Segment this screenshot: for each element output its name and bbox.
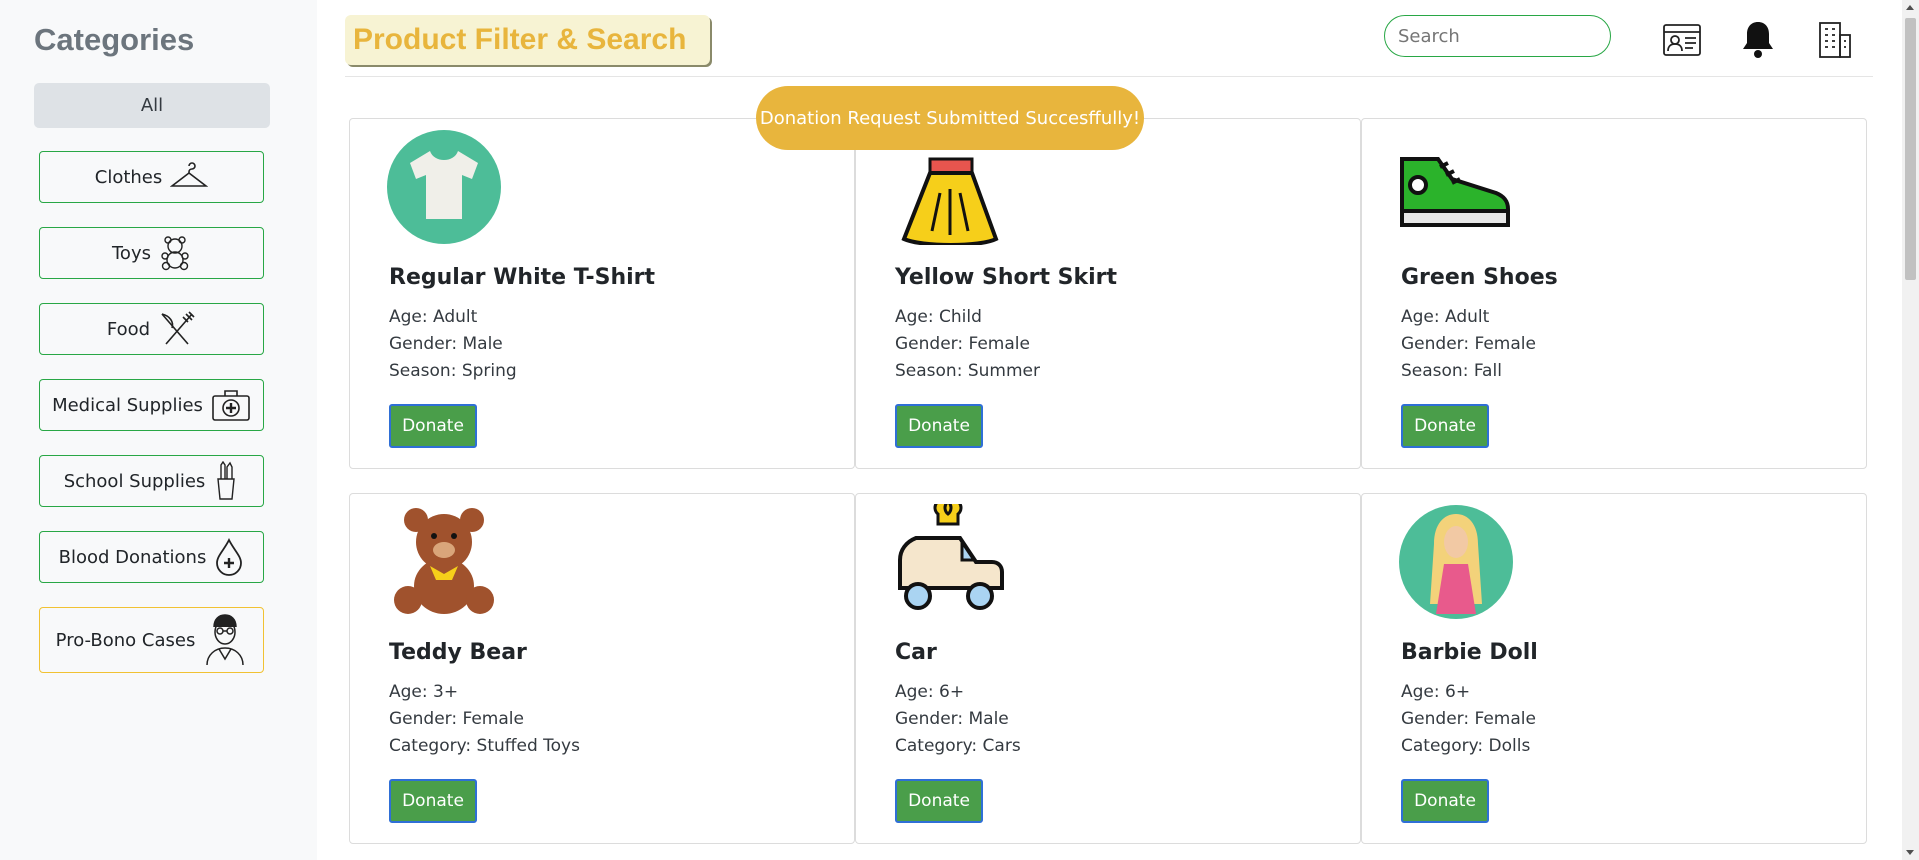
product-age: Age: Adult xyxy=(389,307,478,327)
product-name: Teddy Bear xyxy=(389,640,527,665)
product-card: Regular White T-Shirt Age: Adult Gender:… xyxy=(349,118,855,469)
category-label: Toys xyxy=(112,242,151,264)
product-age: Age: Child xyxy=(895,307,982,327)
product-card: Yellow Short Skirt Age: Child Gender: Fe… xyxy=(855,118,1361,469)
product-age: Age: 3+ xyxy=(389,682,459,702)
product-card: Barbie Doll Age: 6+ Gender: Female Categ… xyxy=(1361,493,1867,844)
category-food-button[interactable]: Food xyxy=(39,303,264,355)
product-card: Car Age: 6+ Gender: Male Category: Cars … xyxy=(855,493,1361,844)
product-category: Category: Dolls xyxy=(1401,736,1531,756)
category-label: Clothes xyxy=(94,166,163,188)
category-clothes-button[interactable]: Clothes xyxy=(39,151,264,203)
donate-button[interactable]: Donate xyxy=(1401,404,1489,448)
product-name: Barbie Doll xyxy=(1401,640,1538,665)
first-aid-kit-icon xyxy=(212,390,250,421)
product-gender: Gender: Female xyxy=(1401,709,1536,729)
category-all-button[interactable]: All xyxy=(34,83,270,128)
scroll-down-arrow[interactable] xyxy=(1906,850,1914,855)
product-gender: Gender: Male xyxy=(389,334,503,354)
product-age: Age: 6+ xyxy=(895,682,965,702)
id-card-icon xyxy=(1663,24,1701,56)
category-label: School Supplies xyxy=(63,470,206,492)
t-shirt-icon xyxy=(387,130,501,244)
product-age: Age: 6+ xyxy=(1401,682,1471,702)
category-school-supplies-button[interactable]: School Supplies xyxy=(39,455,264,507)
donate-button[interactable]: Donate xyxy=(389,404,477,448)
category-label: Food xyxy=(106,318,151,340)
product-card: Green Shoes Age: Adult Gender: Female Se… xyxy=(1361,118,1867,469)
toy-car-icon xyxy=(898,504,1004,610)
sidebar-title: Categories xyxy=(34,22,195,57)
product-gender: Gender: Female xyxy=(1401,334,1536,354)
product-season: Season: Fall xyxy=(1401,361,1502,381)
category-label: Medical Supplies xyxy=(52,394,203,416)
top-bar: Product Filter & Search xyxy=(345,0,1873,77)
product-age: Age: Adult xyxy=(1401,307,1490,327)
profile-card-button[interactable] xyxy=(1661,18,1703,60)
blood-drop-icon xyxy=(216,538,243,576)
category-blood-donations-button[interactable]: Blood Donations xyxy=(39,531,264,583)
category-medical-supplies-button[interactable]: Medical Supplies xyxy=(39,379,264,431)
category-label: Blood Donations xyxy=(58,546,207,568)
scrollbar-thumb[interactable] xyxy=(1905,18,1916,280)
main-content: Product Filter & Search Search Donation … xyxy=(345,0,1873,860)
teddy-bear-icon xyxy=(394,508,494,614)
product-season: Season: Summer xyxy=(895,361,1040,381)
hanger-icon xyxy=(170,162,209,187)
product-gender: Gender: Female xyxy=(895,334,1030,354)
product-category: Category: Cars xyxy=(895,736,1021,756)
product-category: Category: Stuffed Toys xyxy=(389,736,580,756)
search-input[interactable] xyxy=(1384,15,1611,57)
page-title: Product Filter & Search xyxy=(345,15,710,65)
product-name: Regular White T-Shirt xyxy=(389,265,656,290)
teddy-bear-icon xyxy=(161,236,189,271)
pencil-cup-icon xyxy=(217,461,236,500)
scrollbar[interactable] xyxy=(1902,0,1919,860)
scroll-up-arrow[interactable] xyxy=(1906,5,1914,10)
donate-button[interactable]: Donate xyxy=(389,779,477,823)
doll-icon xyxy=(1399,505,1513,619)
sidebar: Categories All Clothes Toys Food Medical… xyxy=(0,0,317,860)
donate-button[interactable]: Donate xyxy=(895,779,983,823)
product-card: Teddy Bear Age: 3+ Gender: Female Catego… xyxy=(349,493,855,844)
category-toys-button[interactable]: Toys xyxy=(39,227,264,279)
product-name: Car xyxy=(895,640,937,665)
donate-button[interactable]: Donate xyxy=(895,404,983,448)
building-icon xyxy=(1819,22,1851,58)
notifications-button[interactable] xyxy=(1737,18,1779,60)
donate-button[interactable]: Donate xyxy=(1401,779,1489,823)
doctor-icon xyxy=(206,614,245,666)
bell-icon xyxy=(1743,22,1773,58)
category-pro-bono-cases-button[interactable]: Pro-Bono Cases xyxy=(39,607,264,673)
organization-button[interactable] xyxy=(1813,18,1855,60)
product-gender: Gender: Female xyxy=(389,709,524,729)
product-gender: Gender: Male xyxy=(895,709,1009,729)
success-toast: Donation Request Submitted Succesffully! xyxy=(756,86,1144,150)
fork-knife-icon xyxy=(161,311,195,345)
product-season: Season: Spring xyxy=(389,361,517,381)
product-name: Green Shoes xyxy=(1401,265,1558,290)
category-label: Pro-Bono Cases xyxy=(55,629,196,651)
sneaker-icon xyxy=(1400,157,1510,227)
product-name: Yellow Short Skirt xyxy=(895,265,1118,290)
